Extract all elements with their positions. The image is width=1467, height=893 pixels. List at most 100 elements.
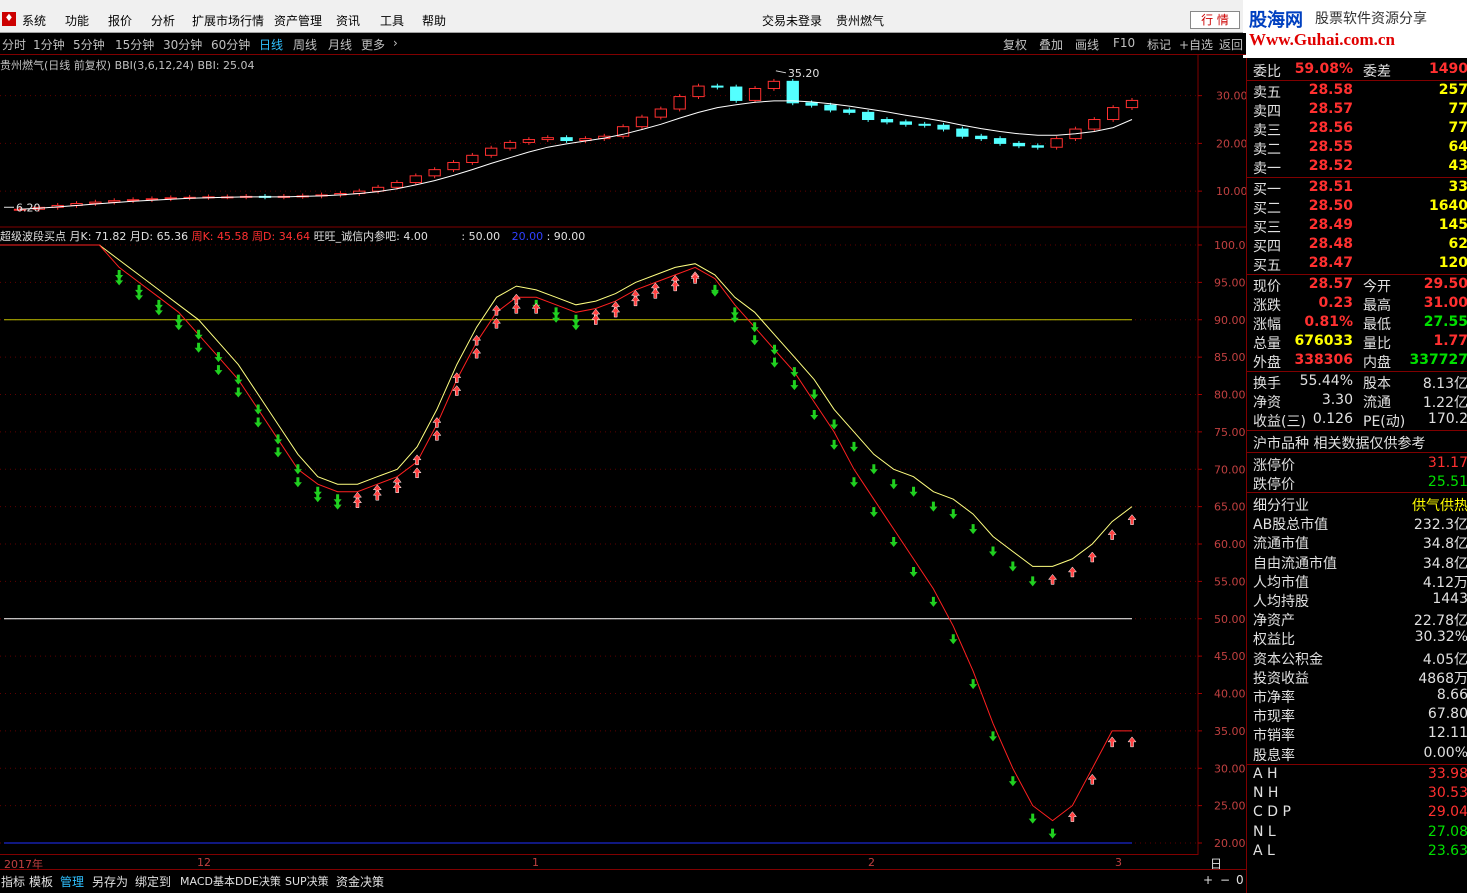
mark-button[interactable]: 标记	[1147, 36, 1171, 53]
tab-manage[interactable]: 管理	[60, 873, 84, 890]
pivot-row: A H 33.98	[1247, 765, 1467, 784]
stat-label: 今开	[1363, 279, 1391, 295]
login-status[interactable]: 交易未登录	[762, 12, 822, 29]
period-weekly[interactable]: 周线	[293, 36, 317, 53]
info-value: 4868万	[1418, 670, 1467, 687]
period-1min[interactable]: 1分钟	[33, 36, 65, 53]
menu-function[interactable]: 功能	[65, 12, 89, 29]
tab-dde[interactable]: DDE决策	[235, 873, 281, 889]
order-volume: 43	[1448, 158, 1467, 174]
buy-level-row[interactable]: 买一 28.51 33	[1247, 178, 1467, 198]
period-more[interactable]: 更多	[361, 36, 385, 53]
menu-asset-management[interactable]: 资产管理	[274, 12, 322, 29]
quote-stat-row: 总量 676033 量比 1.77	[1247, 332, 1467, 352]
info-value: 22.78亿	[1413, 613, 1467, 630]
menu-analysis[interactable]: 分析	[151, 12, 175, 29]
buy-level-row[interactable]: 买五 28.47 120	[1247, 254, 1467, 274]
month-k-line	[0, 244, 1133, 567]
sell-level-row[interactable]: 卖二 28.55 64	[1247, 138, 1467, 158]
info-value: 30.53	[1427, 785, 1467, 802]
sell-level-row[interactable]: 卖一 28.52 43	[1247, 157, 1467, 177]
down-arrow-icon	[849, 441, 858, 452]
period-30min[interactable]: 30分钟	[163, 36, 202, 53]
back-button[interactable]: 返回	[1219, 36, 1243, 53]
up-arrow-icon	[472, 347, 482, 359]
info-label: 人均持股	[1253, 594, 1309, 610]
up-arrow-icon	[511, 293, 521, 305]
pivot-row: C D P 29.04	[1247, 803, 1467, 822]
add-watchlist-button[interactable]: +自选	[1179, 36, 1213, 53]
adjust-button[interactable]: 复权	[1003, 36, 1027, 53]
info-label: 权益比	[1253, 632, 1295, 649]
info-label: 市净率	[1253, 690, 1295, 706]
up-arrow-icon	[611, 306, 621, 318]
stat-value: 1.77	[1433, 333, 1467, 349]
period-monthly[interactable]: 月线	[328, 36, 352, 53]
menu-system[interactable]: 系统	[22, 12, 46, 29]
up-arrow-icon	[472, 334, 482, 346]
order-price: 28.48	[1308, 236, 1353, 252]
brand-slogan: 股票软件资源分享	[1315, 11, 1427, 27]
candle	[409, 175, 422, 184]
f10-button[interactable]: F10	[1113, 36, 1135, 50]
info-value: 8.66	[1436, 687, 1467, 703]
fundamental-row: 市净率 8.66	[1247, 686, 1467, 706]
down-arrow-icon	[154, 305, 163, 316]
candle	[975, 135, 988, 140]
up-arrow-icon	[1107, 736, 1117, 748]
tab-indicator[interactable]: 指标	[1, 873, 25, 890]
order-price: 28.57	[1308, 101, 1353, 117]
menu-extended-market[interactable]: 扩展市场行情	[192, 12, 264, 29]
menu-help[interactable]: 帮助	[422, 12, 446, 29]
period-5min[interactable]: 5分钟	[73, 36, 105, 53]
zoom-in-button[interactable]: +	[1203, 873, 1213, 887]
down-arrow-icon	[810, 409, 819, 420]
buy-level-row[interactable]: 买三 28.49 145	[1247, 216, 1467, 236]
sell-level-row[interactable]: 卖五 28.58 257	[1247, 81, 1467, 101]
period-15min[interactable]: 15分钟	[115, 36, 154, 53]
candle	[503, 141, 517, 149]
period-daily[interactable]: 日线	[259, 36, 283, 53]
period-tick[interactable]: 分时	[2, 36, 26, 53]
sell-level-row[interactable]: 卖三 28.56 77	[1247, 119, 1467, 139]
stat-value: 1.22亿	[1422, 395, 1467, 411]
zoom-out-button[interactable]: −	[1220, 873, 1230, 887]
tab-capital[interactable]: 资金决策	[336, 873, 384, 890]
candle	[654, 108, 667, 118]
quote-mode-button[interactable]: 行 情	[1190, 11, 1240, 29]
zoom-reset-button[interactable]: 0	[1236, 873, 1244, 887]
draw-line-button[interactable]: 画线	[1075, 36, 1099, 53]
brand-url[interactable]: Www.Guhai.com.cn	[1249, 30, 1395, 50]
menu-tools[interactable]: 工具	[380, 12, 404, 29]
period-60min[interactable]: 60分钟	[211, 36, 250, 53]
indicator-zk: 周K: 45.58	[191, 230, 249, 243]
tab-macd[interactable]: MACD基本	[180, 873, 235, 889]
order-price: 28.49	[1308, 217, 1353, 233]
sell-level-row[interactable]: 卖四 28.57 77	[1247, 100, 1467, 120]
stat-label: 外盘	[1253, 355, 1281, 371]
chevron-right-icon[interactable]: ›	[393, 36, 398, 50]
order-volume: 77	[1448, 120, 1467, 136]
down-arrow-icon	[750, 335, 759, 346]
tab-sup[interactable]: SUP决策	[285, 873, 329, 889]
order-price: 28.58	[1308, 82, 1353, 98]
buy-level-row[interactable]: 买二 28.50 1640	[1247, 197, 1467, 217]
chart-area[interactable]: 30.00 20.00 10.00 35.20 6.20 100.0 95.00 90.00 8…	[0, 55, 1246, 855]
buy-level-row[interactable]: 买四 28.48 62	[1247, 235, 1467, 255]
fundamental-row: 权益比 30.32%	[1247, 628, 1467, 649]
stat-value: 676033	[1294, 333, 1353, 349]
menu-news[interactable]: 资讯	[336, 12, 360, 29]
period-toolbar: 分时 1分钟 5分钟 15分钟 30分钟 60分钟 日线 周线 月线 更多 › …	[0, 33, 1246, 55]
app-logo-icon: ♦	[2, 12, 16, 26]
tab-save-as[interactable]: 另存为	[92, 873, 128, 890]
weibi-row: 委比 59.08% 委差 1490	[1253, 61, 1467, 80]
fundamental-row: 细分行业 供气供热	[1247, 494, 1467, 514]
menu-quote[interactable]: 报价	[108, 12, 132, 29]
info-label: 股息率	[1253, 747, 1295, 764]
overlay-button[interactable]: 叠加	[1039, 36, 1063, 53]
info-value: 30.32%	[1414, 629, 1467, 646]
down-arrow-icon	[730, 312, 739, 323]
tab-bind[interactable]: 绑定到	[135, 873, 171, 890]
tab-template[interactable]: 模板	[29, 873, 53, 890]
candle	[541, 137, 554, 141]
